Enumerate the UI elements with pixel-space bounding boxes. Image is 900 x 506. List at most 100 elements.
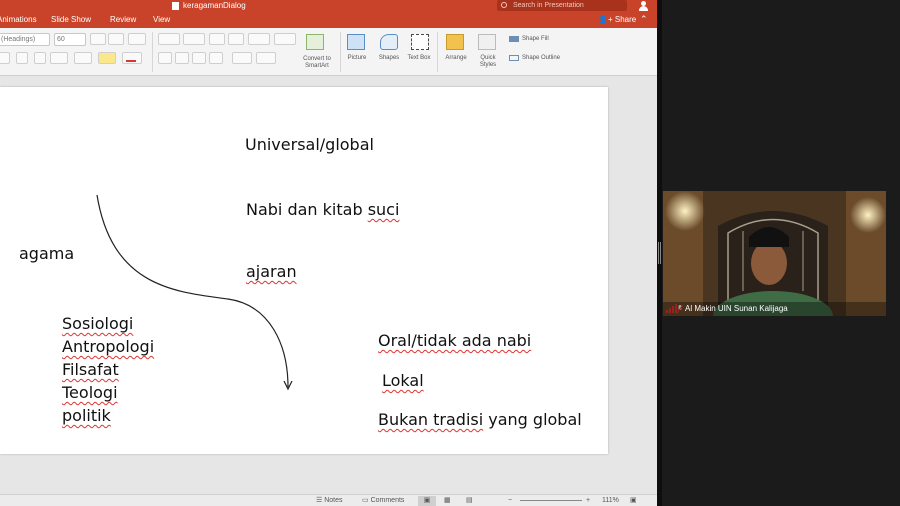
fit-slide-icon[interactable]: ▣ xyxy=(630,496,637,506)
ribbon-tabs: Animations Slide Show Review View 👤+ Sha… xyxy=(0,12,657,28)
bukan-prefix: Bukan tradisi xyxy=(378,410,484,429)
char-spacing-icon[interactable] xyxy=(74,52,92,64)
reading-view-icon[interactable]: ▤ xyxy=(466,496,473,506)
justify-icon[interactable] xyxy=(209,52,223,64)
notes-button[interactable]: ☰ Notes xyxy=(316,496,343,506)
document-title-text: keragamanDialog xyxy=(183,1,246,10)
text-box-label: Text Box xyxy=(407,55,431,61)
zoom-level: 111% xyxy=(602,497,619,504)
increase-indent-icon[interactable] xyxy=(228,33,244,45)
text-direction-icon[interactable] xyxy=(232,52,252,64)
participant-video[interactable]: Al Makin UIN Sunan Kalijaga xyxy=(663,191,886,316)
shapes-label: Shapes xyxy=(378,55,400,61)
text-bukan: Bukan tradisi yang global xyxy=(378,410,582,429)
align-left-icon[interactable] xyxy=(158,52,172,64)
text-universal: Universal/global xyxy=(245,135,374,154)
align-center-icon[interactable] xyxy=(175,52,189,64)
share-button[interactable]: 👤+ Share xyxy=(598,12,636,28)
notes-label: Notes xyxy=(324,497,343,504)
nabi-prefix: Nabi dan kitab xyxy=(246,200,368,219)
share-label: Share xyxy=(614,15,637,24)
document-title: keragamanDialog xyxy=(172,0,246,12)
collapse-ribbon-icon[interactable]: ⌃ xyxy=(640,14,648,25)
ribbon-separator xyxy=(437,32,438,72)
text-oral: Oral/tidak ada nabi xyxy=(378,331,532,350)
numbering-icon[interactable] xyxy=(183,33,205,45)
ribbon-separator xyxy=(152,32,153,72)
align-right-icon[interactable] xyxy=(192,52,206,64)
smartart-icon[interactable] xyxy=(306,34,324,50)
status-bar: ☰ Notes ▭ Comments ▣ ▦ ▤ − + 111% ▣ xyxy=(0,494,657,506)
list-item: Sosiologi xyxy=(62,314,134,333)
arrange-icon[interactable] xyxy=(446,34,464,50)
shape-fill-label: Shape Fill xyxy=(522,36,549,42)
list-item: politik xyxy=(62,406,111,425)
subscript-icon[interactable] xyxy=(34,52,46,64)
font-size-value: 60 xyxy=(57,36,65,43)
shape-outline-icon[interactable] xyxy=(509,55,519,61)
columns-icon[interactable] xyxy=(274,33,296,45)
participant-video-image xyxy=(663,191,886,316)
convert-smartart-label: Convert to SmartArt xyxy=(303,56,331,69)
ribbon-separator xyxy=(340,32,341,72)
comments-label: Comments xyxy=(370,497,405,504)
text-box-icon[interactable] xyxy=(411,34,429,50)
font-name-value: (Headings) xyxy=(1,36,36,43)
shapes-icon[interactable] xyxy=(380,34,398,50)
discipline-list: Sosiologi Antropologi Filsafat Teologi p… xyxy=(62,314,154,429)
slide-sorter-icon[interactable]: ▦ xyxy=(444,496,451,506)
font-name-select[interactable]: (Headings) xyxy=(0,33,50,46)
change-case-icon[interactable] xyxy=(50,52,68,64)
superscript-icon[interactable] xyxy=(16,52,28,64)
zoom-out-icon[interactable]: − xyxy=(508,496,512,506)
text-ajaran: ajaran xyxy=(246,262,297,281)
increase-font-icon[interactable] xyxy=(90,33,106,45)
participant-name: Al Makin UIN Sunan Kalijaga xyxy=(663,302,886,316)
shape-fill-icon[interactable] xyxy=(509,36,519,42)
account-icon[interactable] xyxy=(638,0,650,11)
ribbon-toolbar: (Headings) 60 Convert to SmartArt Pictur… xyxy=(0,28,657,76)
picture-icon[interactable] xyxy=(347,34,365,50)
search-input[interactable]: Search in Presentation xyxy=(497,0,627,11)
highlight-color-icon[interactable] xyxy=(98,52,116,64)
strikethrough-icon[interactable] xyxy=(0,52,10,64)
decrease-font-icon[interactable] xyxy=(108,33,124,45)
decrease-indent-icon[interactable] xyxy=(209,33,225,45)
bukan-suffix: yang global xyxy=(483,410,582,429)
arrange-label: Arrange xyxy=(445,55,467,61)
tab-review[interactable]: Review xyxy=(110,12,136,28)
text-agama: agama xyxy=(19,244,75,263)
tab-animations[interactable]: Animations xyxy=(0,12,37,28)
line-spacing-icon[interactable] xyxy=(248,33,270,45)
document-icon xyxy=(172,2,179,10)
quick-styles-label: Quick Styles xyxy=(479,55,497,68)
quick-styles-icon[interactable] xyxy=(478,34,496,50)
text-nabi: Nabi dan kitab suci xyxy=(246,200,399,219)
font-size-select[interactable]: 60 xyxy=(54,33,86,46)
search-icon xyxy=(501,2,507,8)
align-text-icon[interactable] xyxy=(256,52,276,64)
tab-slide-show[interactable]: Slide Show xyxy=(51,12,91,28)
nabi-suffix: suci xyxy=(367,200,400,219)
list-item: Teologi xyxy=(62,383,118,402)
list-item: Filsafat xyxy=(62,360,119,379)
font-color-icon[interactable] xyxy=(122,52,142,64)
resize-handle[interactable] xyxy=(658,242,661,264)
bullets-icon[interactable] xyxy=(158,33,180,45)
normal-view-icon[interactable]: ▣ xyxy=(418,496,436,506)
shape-outline-label: Shape Outline xyxy=(522,55,561,61)
slide[interactable]: Universal/global Nabi dan kitab suci aja… xyxy=(0,87,608,454)
picture-label: Picture xyxy=(347,55,367,61)
screen: keragamanDialog Search in Presentation A… xyxy=(0,0,900,506)
text-lokal: Lokal xyxy=(382,371,424,390)
tab-view[interactable]: View xyxy=(153,12,170,28)
zoom-slider[interactable] xyxy=(520,500,582,501)
clear-formatting-icon[interactable] xyxy=(128,33,146,45)
comments-button[interactable]: ▭ Comments xyxy=(362,496,404,506)
search-placeholder: Search in Presentation xyxy=(513,2,584,9)
powerpoint-window: keragamanDialog Search in Presentation A… xyxy=(0,0,657,506)
title-bar: keragamanDialog Search in Presentation xyxy=(0,0,657,12)
list-item: Antropologi xyxy=(62,337,155,356)
slide-canvas: Universal/global Nabi dan kitab suci aja… xyxy=(0,77,657,494)
zoom-in-icon[interactable]: + xyxy=(586,496,590,506)
